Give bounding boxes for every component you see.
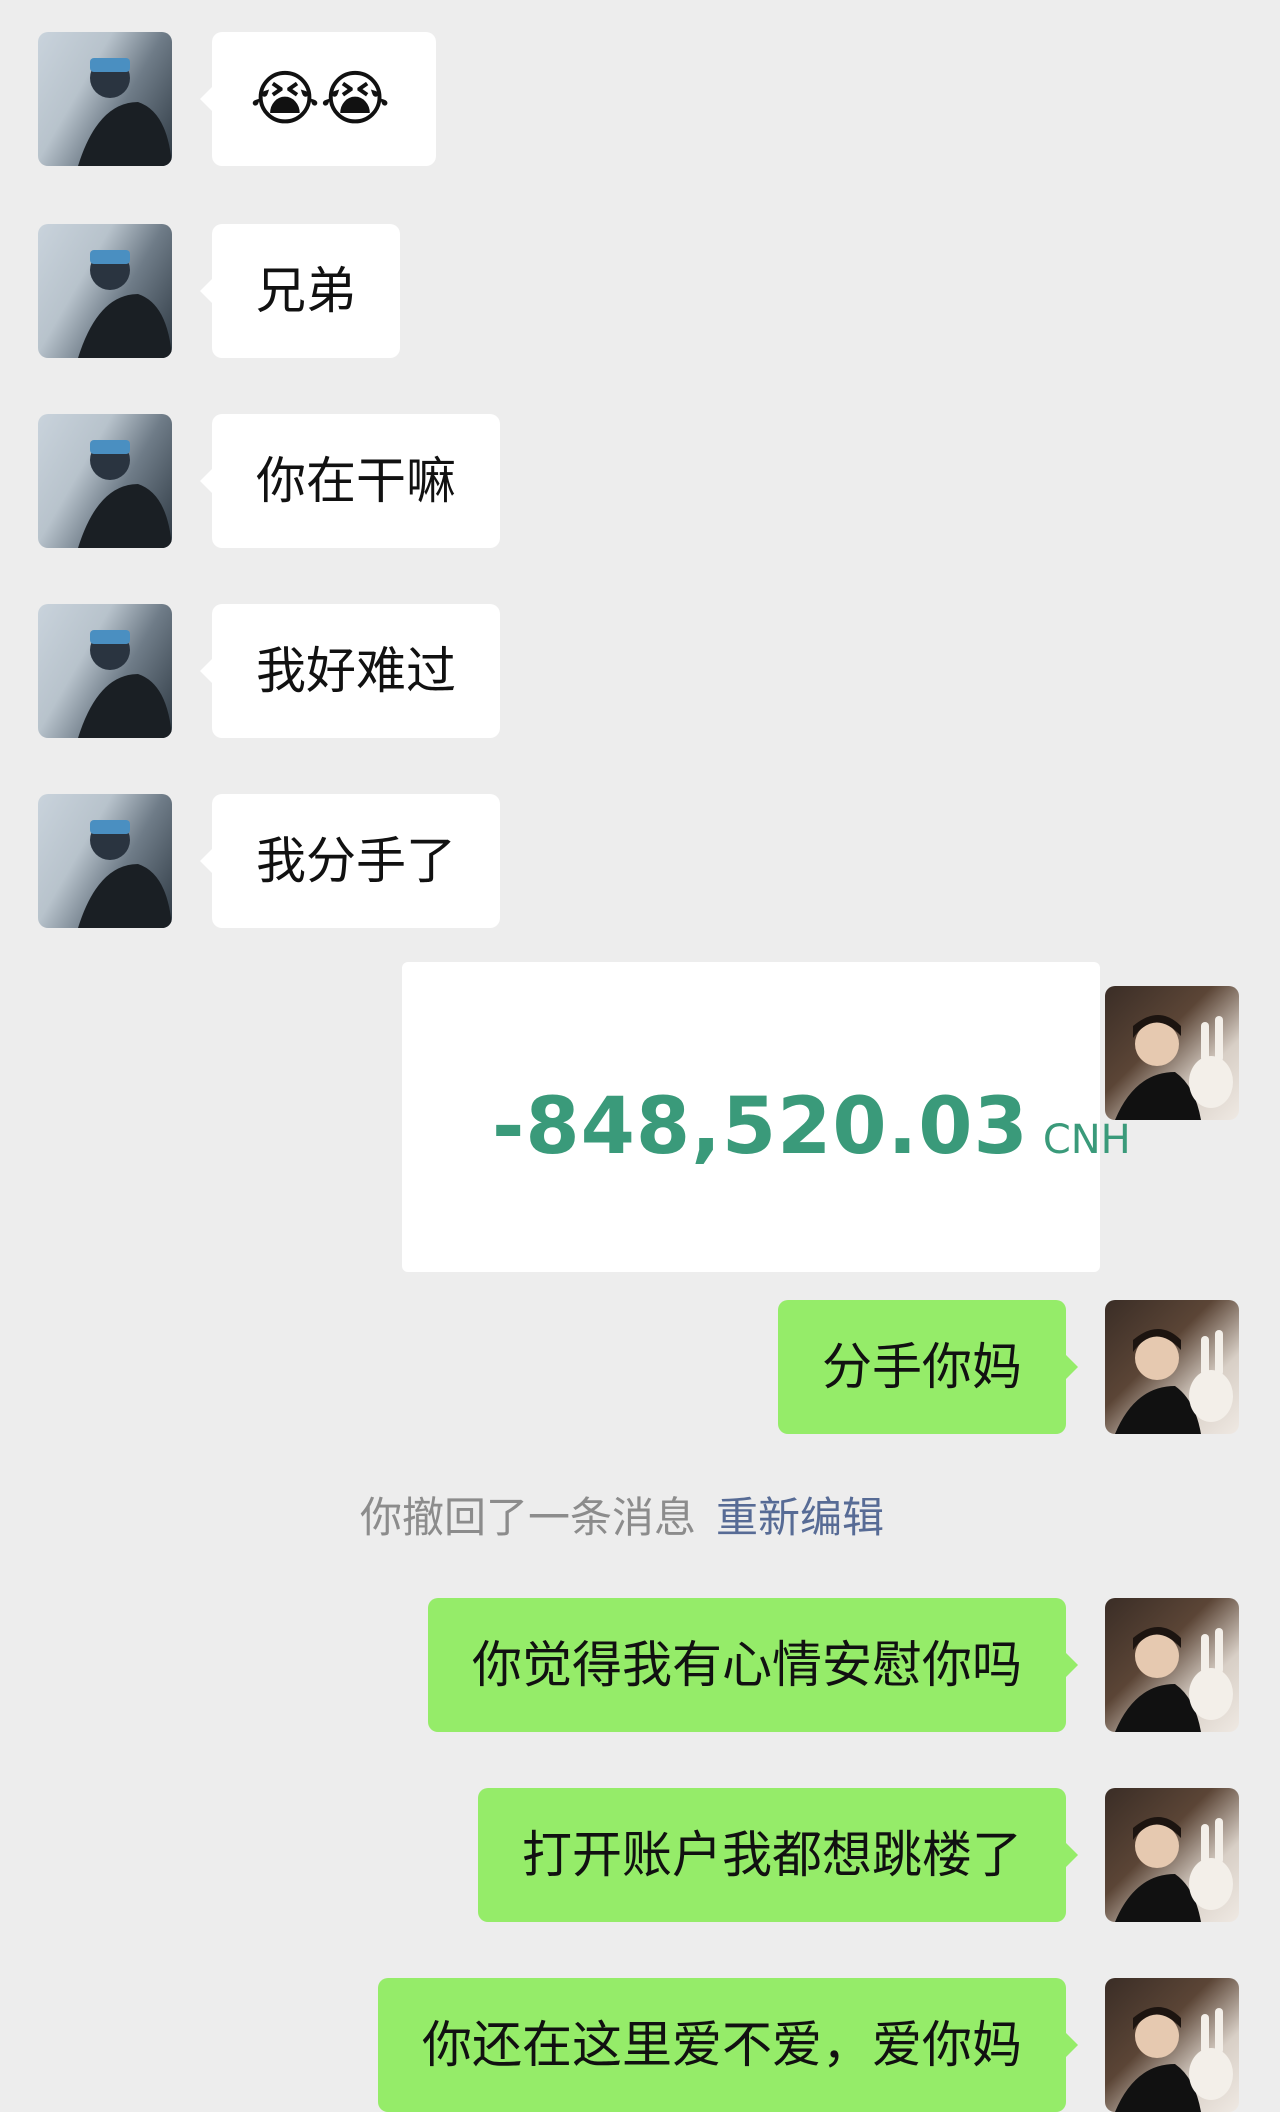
message-text: 你在干嘛 (256, 452, 456, 510)
person-with-bunny-icon (1115, 1015, 1233, 1120)
balance-currency: CNH (1042, 1117, 1131, 1163)
message-text: 你觉得我有心情安慰你吗 (472, 1636, 1022, 1694)
contact-avatar[interactable] (38, 224, 172, 358)
balance-amount: -848,520.03 CNH (492, 1082, 1131, 1172)
person-on-boat-icon (78, 58, 172, 166)
message-text: 你还在这里爱不爱，爱你妈 (422, 2016, 1022, 2074)
message-text: 兄弟 (256, 262, 356, 320)
person-on-boat-icon (78, 820, 172, 928)
message-bubble-outgoing[interactable]: 你还在这里爱不爱，爱你妈 (378, 1978, 1078, 2112)
message-bubble-outgoing[interactable]: 打开账户我都想跳楼了 (478, 1788, 1078, 1922)
message-bubble-incoming[interactable]: 😭😭 (199, 32, 437, 166)
crying-face-icon: 😭😭 (250, 64, 391, 134)
message-text: 我分手了 (256, 832, 456, 890)
message-bubble-incoming[interactable]: 兄弟 (200, 224, 400, 358)
message-bubble-outgoing[interactable]: 分手你妈 (778, 1300, 1078, 1434)
person-on-boat-icon (78, 440, 172, 548)
contact-avatar[interactable] (38, 604, 172, 738)
self-avatar[interactable] (1105, 1978, 1239, 2112)
person-with-bunny-icon (1115, 1329, 1233, 1434)
recall-text: 你撤回了一条消息 (360, 1493, 697, 1542)
contact-avatar[interactable] (38, 794, 172, 928)
message-text: 我好难过 (256, 642, 456, 700)
re-edit-link[interactable]: 重新编辑 (716, 1493, 884, 1542)
self-avatar[interactable] (1105, 986, 1239, 1120)
person-with-bunny-icon (1115, 1627, 1233, 1732)
message-text: 打开账户我都想跳楼了 (522, 1826, 1022, 1884)
message-bubble-incoming[interactable]: 我分手了 (200, 794, 500, 928)
recall-notice: 你撤回了一条消息 重新编辑 (360, 1484, 884, 1545)
message-bubble-incoming[interactable]: 我好难过 (200, 604, 500, 738)
self-avatar[interactable] (1105, 1598, 1239, 1732)
self-avatar[interactable] (1105, 1788, 1239, 1922)
balance-value: -848,520.03 (492, 1082, 1029, 1172)
person-with-bunny-icon (1115, 2007, 1233, 2112)
message-bubble-incoming[interactable]: 你在干嘛 (200, 414, 500, 548)
message-bubble-outgoing[interactable]: 你觉得我有心情安慰你吗 (428, 1598, 1078, 1732)
person-on-boat-icon (78, 630, 172, 738)
self-avatar[interactable] (1105, 1300, 1239, 1434)
person-on-boat-icon (78, 250, 172, 358)
person-with-bunny-icon (1115, 1817, 1233, 1922)
contact-avatar[interactable] (38, 414, 172, 548)
account-balance-image[interactable]: -848,520.03 CNH (402, 962, 1131, 1272)
contact-avatar[interactable] (38, 32, 172, 166)
message-text: 分手你妈 (822, 1338, 1022, 1396)
